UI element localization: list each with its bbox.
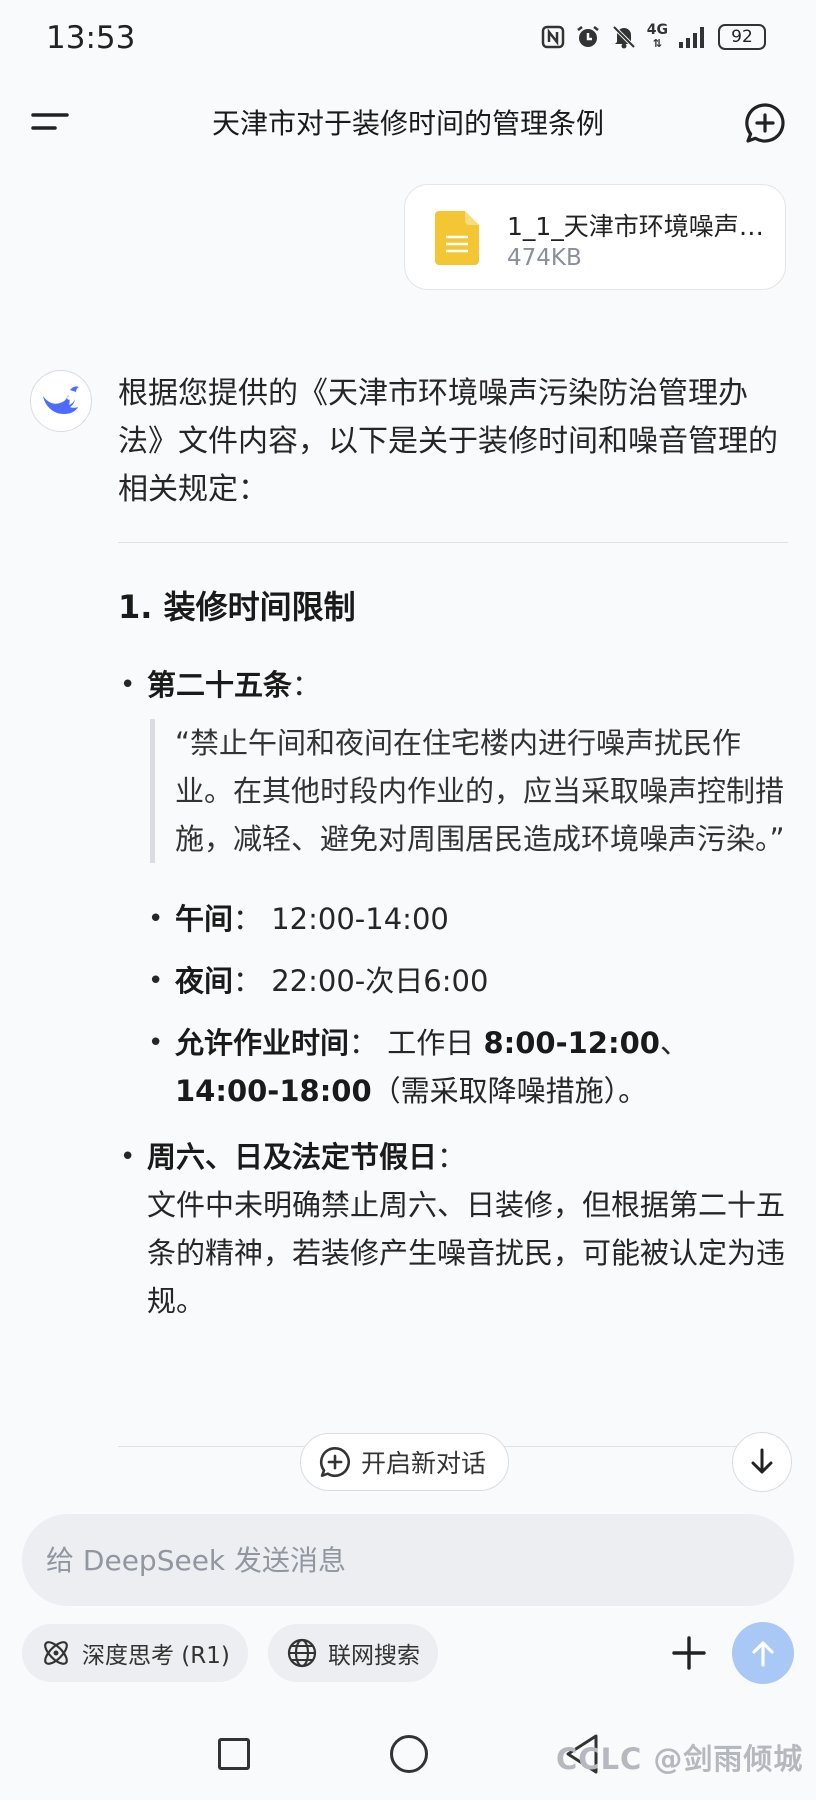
recents-button[interactable]: [218, 1738, 250, 1770]
noon-time: ： 12:00-14:00: [233, 902, 449, 936]
new-chat-icon: [319, 1446, 350, 1478]
list-item-article-25: 第二十五条：: [118, 661, 788, 709]
new-conversation-button[interactable]: 开启新对话: [300, 1433, 510, 1491]
file-size: 474KB: [507, 245, 582, 271]
section-heading: 1. 装修时间限制: [118, 588, 356, 626]
system-nav-bar: CCLC @剑雨倾城: [0, 1720, 816, 1800]
message-input[interactable]: [46, 1514, 766, 1606]
weekend-text: 文件中未明确禁止周六、日装修，但根据第二十五条的精神，若装修产生噪音扰民，可能被…: [147, 1188, 786, 1318]
page-title: 天津市对于装修时间的管理条例: [211, 107, 604, 140]
assistant-avatar: [30, 370, 92, 432]
attach-button[interactable]: [664, 1628, 714, 1678]
arrow-up-icon: [752, 1641, 774, 1667]
new-chat-button[interactable]: [744, 102, 786, 144]
watermark: CCLC @剑雨倾城: [556, 1742, 804, 1776]
deepseek-whale-icon: [43, 386, 79, 414]
plus-icon: [672, 1636, 706, 1670]
noon-label: 午间: [175, 902, 234, 936]
night-time: ： 22:00-次日6:00: [233, 964, 489, 998]
allowed-note: （需采取降噪措施）。: [371, 1074, 648, 1108]
send-button[interactable]: [732, 1622, 794, 1684]
scroll-down-button[interactable]: [732, 1432, 792, 1492]
signal-icon: [678, 25, 708, 49]
article-colon: ：: [292, 668, 322, 702]
list-item-weekends: 周六、日及法定节假日： 文件中未明确禁止周六、日装修，但根据第二十五条的精神，若…: [118, 1133, 788, 1325]
file-attachment[interactable]: 1_1_天津市环境噪声污染防治管理办法.pdf 474KB: [404, 184, 786, 290]
globe-icon: [287, 1638, 317, 1668]
page: 13:53 4G ⇅ 92 天津市对于装修时间的管理条例 1_1_天津市环境噪声…: [0, 0, 816, 1800]
new-conversation-label: 开启新对话: [361, 1449, 487, 1478]
allowed-separator: 、: [659, 1026, 689, 1060]
status-time: 13:53: [46, 20, 136, 56]
status-icons: 4G ⇅ 92: [541, 22, 766, 50]
nfc-icon: [541, 25, 565, 49]
time-sub-list: 午间： 12:00-14:00 夜间： 22:00-次日6:00 允许作业时间：…: [146, 895, 788, 1115]
night-label: 夜间: [175, 964, 234, 998]
deep-think-toggle[interactable]: 深度思考 (R1): [22, 1624, 248, 1682]
status-bar: 13:53 4G ⇅ 92: [0, 0, 816, 80]
article-quote: “禁止午间和夜间在住宅楼内进行噪声扰民作业。在其他时段内作业的，应当采取噪声控制…: [150, 719, 788, 863]
new-chat-icon: [745, 103, 785, 143]
menu-icon: [31, 113, 69, 130]
allowed-time-2: 14:00-18:00: [175, 1074, 372, 1108]
file-name: 1_1_天津市环境噪声污染防治管理办法.pdf: [507, 212, 769, 241]
home-button[interactable]: [390, 1735, 428, 1773]
allowed-label: 允许作业时间: [175, 1026, 350, 1060]
document-icon: [435, 211, 479, 265]
menu-button[interactable]: [30, 102, 70, 142]
battery-icon: 92: [718, 24, 766, 50]
list-item-allowed-time: 允许作业时间： 工作日 8:00-12:00、 14:00-18:00（需采取降噪…: [146, 1019, 788, 1115]
web-search-toggle[interactable]: 联网搜索: [268, 1624, 438, 1682]
allowed-time-1: 8:00-12:00: [483, 1026, 660, 1060]
weekend-colon: ：: [437, 1140, 467, 1174]
message-input-box: [22, 1514, 794, 1606]
list-item-night: 夜间： 22:00-次日6:00: [146, 957, 788, 1005]
allowed-prefix: ： 工作日: [349, 1026, 484, 1060]
header: 天津市对于装修时间的管理条例: [0, 80, 816, 164]
web-search-label: 联网搜索: [328, 1643, 420, 1669]
mute-icon: [611, 24, 637, 50]
divider: [118, 542, 788, 543]
deep-think-label: 深度思考 (R1): [82, 1643, 230, 1669]
atom-icon: [44, 1641, 68, 1665]
list-item-noon: 午间： 12:00-14:00: [146, 895, 788, 943]
weekend-label: 周六、日及法定节假日: [147, 1140, 438, 1174]
message-intro: 根据您提供的《天津市环境噪声污染防治管理办法》文件内容，以下是关于装修时间和噪音…: [118, 376, 778, 507]
alarm-icon: [575, 24, 601, 50]
arrow-down-icon: [751, 1448, 773, 1474]
assistant-message: 根据您提供的《天津市环境噪声污染防治管理办法》文件内容，以下是关于装修时间和噪音…: [118, 370, 788, 1325]
network-label: 4G ⇅: [646, 22, 668, 50]
article-label: 第二十五条: [147, 668, 293, 702]
